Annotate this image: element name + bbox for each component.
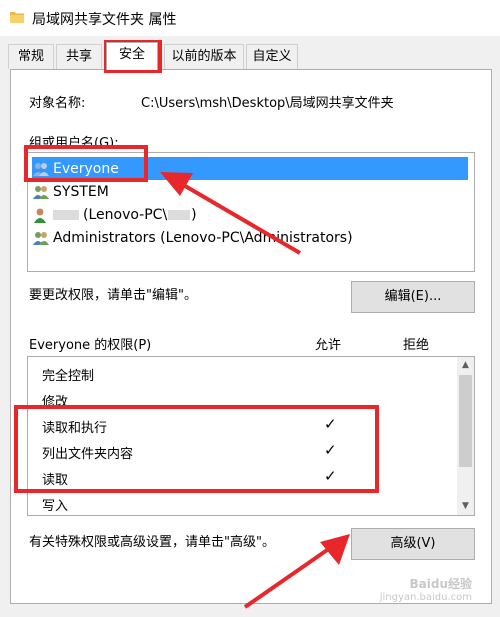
permission-name: 读取和执行	[42, 421, 108, 436]
permission-allow-check: ✓	[324, 415, 337, 433]
permission-allow-check: ✓	[324, 441, 337, 459]
permission-name: 读取	[42, 473, 69, 488]
advanced-button[interactable]: 高级(V)	[351, 528, 475, 560]
users-group-icon	[33, 185, 49, 199]
advanced-hint: 有关特殊权限或高级设置，请单击"高级"。	[29, 535, 275, 550]
permission-allow-check: ✓	[324, 467, 337, 485]
watermark: Baidu经验 jingyan.baidu.com	[379, 577, 472, 603]
permission-name: 列出文件夹内容	[42, 447, 134, 462]
permission-row-full-control: 完全控制	[28, 361, 456, 387]
user-name: (Lenovo-PC\	[83, 206, 168, 223]
user-item-everyone[interactable]: Everyone	[32, 157, 468, 180]
object-name-value: C:\Users\msh\Desktop\局域网共享文件夹	[141, 96, 394, 111]
deny-header: 拒绝	[403, 338, 430, 353]
scroll-down-icon[interactable]: ▼	[457, 498, 474, 515]
users-group-icon	[33, 231, 49, 245]
user-item-administrators[interactable]: Administrators (Lenovo-PC\Administrators…	[32, 226, 468, 249]
blurred-username	[53, 209, 79, 220]
permission-row-list-folder: 列出文件夹内容 ✓	[28, 439, 456, 465]
users-listbox[interactable]: Everyone SYSTEM (Lenovo-PC\ ) Administra…	[27, 152, 475, 272]
user-name-suffix: )	[191, 206, 197, 223]
blurred-username	[168, 209, 191, 220]
user-icon	[34, 208, 46, 223]
tab-customize[interactable]: 自定义	[246, 44, 298, 69]
permission-name: 修改	[42, 395, 69, 410]
object-name-label: 对象名称:	[29, 96, 86, 111]
permissions-label: Everyone 的权限(P)	[29, 338, 152, 353]
tab-sharing[interactable]: 共享	[56, 44, 102, 69]
scroll-up-icon[interactable]: ▲	[457, 357, 474, 374]
title-bar: 局域网共享文件夹 属性	[0, 0, 500, 36]
permission-row-read: 读取 ✓	[28, 465, 456, 491]
permission-name: 写入	[42, 499, 69, 514]
permission-row-write: 写入	[28, 491, 456, 515]
window-title: 局域网共享文件夹 属性	[32, 12, 177, 28]
groups-label: 组或用户名(G):	[29, 136, 119, 151]
user-name: Administrators (Lenovo-PC\Administrators…	[53, 229, 353, 246]
tab-general[interactable]: 常规	[8, 44, 54, 69]
tab-security[interactable]: 安全	[106, 42, 158, 70]
user-name: SYSTEM	[53, 183, 109, 200]
permission-name: 完全控制	[42, 369, 95, 384]
tab-previous-versions[interactable]: 以前的版本	[164, 44, 244, 69]
scroll-thumb[interactable]	[459, 375, 472, 467]
user-item-system[interactable]: SYSTEM	[32, 180, 468, 203]
edit-hint: 要更改权限，请单击"编辑"。	[29, 288, 197, 303]
security-panel: 对象名称: C:\Users\msh\Desktop\局域网共享文件夹 组或用户…	[10, 69, 492, 604]
permissions-list[interactable]: 完全控制 修改 读取和执行 ✓ 列出文件夹内容 ✓ 读取 ✓ 写入 ▲ ▼	[27, 356, 475, 516]
user-name: Everyone	[53, 160, 119, 177]
users-group-icon	[33, 162, 49, 176]
user-item-lenovo-user[interactable]: (Lenovo-PC\ )	[32, 203, 468, 226]
permission-row-modify: 修改	[28, 387, 456, 413]
edit-button[interactable]: 编辑(E)...	[351, 281, 475, 313]
allow-header: 允许	[315, 338, 342, 353]
folder-icon	[10, 12, 24, 23]
permission-row-read-execute: 读取和执行 ✓	[28, 413, 456, 439]
permissions-scrollbar[interactable]: ▲ ▼	[457, 357, 474, 515]
